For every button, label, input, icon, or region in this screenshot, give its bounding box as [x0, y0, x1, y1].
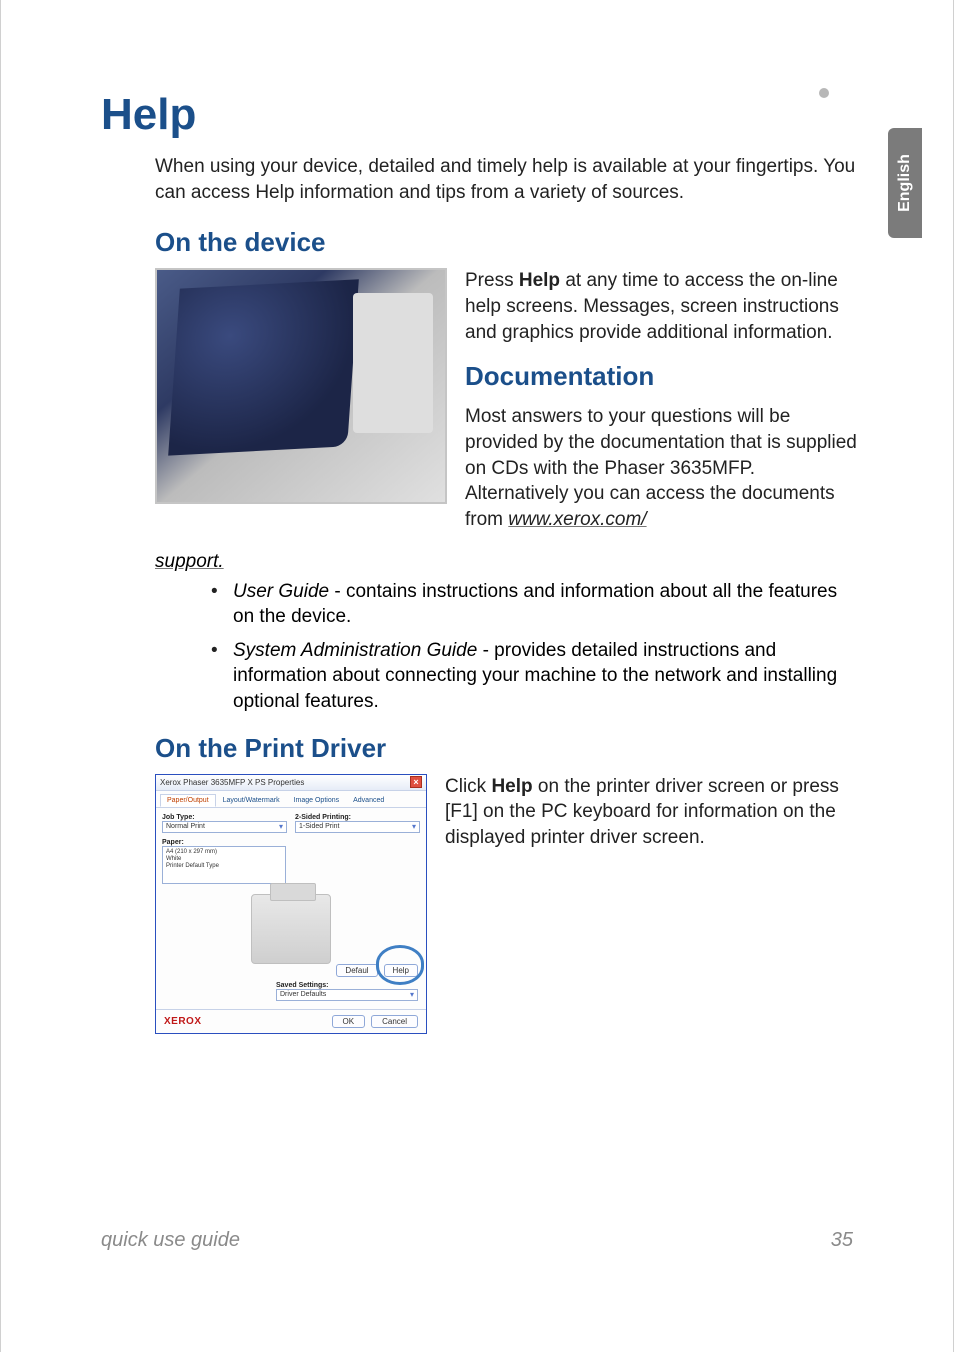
ok-button[interactable]: OK	[332, 1015, 366, 1028]
bullet-sysadmin-guide: System Administration Guide - provides d…	[211, 638, 861, 715]
driver-dialog-screenshot: Xerox Phaser 3635MFP X PS Properties × P…	[155, 774, 427, 1034]
driver-text-pre: Click	[445, 776, 491, 797]
section-on-device: On the device	[155, 227, 861, 258]
driver-dialog-tabs: Paper/Output Layout/Watermark Image Opti…	[156, 791, 426, 808]
tab-paper-output[interactable]: Paper/Output	[160, 794, 216, 807]
footer-left: quick use guide	[101, 1229, 240, 1252]
page-footer: quick use guide 35	[101, 1229, 853, 1252]
two-sided-field: 2-Sided Printing: 1-Sided Print ▾	[295, 814, 420, 833]
footer-page-number: 35	[831, 1229, 853, 1252]
saved-settings-field: Saved Settings: Driver Defaults ▾	[276, 980, 418, 1001]
defaults-button[interactable]: Defaul	[336, 964, 377, 977]
paper-label: Paper:	[162, 839, 286, 846]
job-type-select[interactable]: Normal Print ▾	[162, 821, 287, 833]
chevron-down-icon: ▾	[410, 990, 414, 999]
driver-paragraph: Click Help on the printer driver screen …	[445, 774, 861, 851]
tab-layout-watermark[interactable]: Layout/Watermark	[216, 794, 287, 807]
driver-text-bold: Help	[491, 776, 532, 797]
device-text-pre: Press	[465, 270, 519, 291]
tab-advanced[interactable]: Advanced	[346, 794, 391, 807]
documentation-link-tail[interactable]: support.	[155, 551, 861, 573]
bullet-user-guide-em: User Guide	[233, 581, 329, 602]
driver-mid-buttons: Defaul Help	[336, 964, 418, 977]
driver-dialog-body: Job Type: Normal Print ▾ 2-Sided Printin…	[156, 808, 426, 970]
driver-dialog-footer: XEROX OK Cancel	[156, 1009, 426, 1033]
close-icon[interactable]: ×	[410, 776, 422, 788]
language-tab-label: English	[896, 154, 914, 212]
bullet-user-guide: User Guide - contains instructions and i…	[211, 579, 861, 630]
device-row: Press Help at any time to access the on-…	[155, 268, 861, 546]
page-content: Help When using your device, detailed an…	[101, 90, 861, 1034]
driver-row: Xerox Phaser 3635MFP X PS Properties × P…	[155, 774, 861, 1034]
job-type-field: Job Type: Normal Print ▾	[162, 814, 287, 833]
cancel-button[interactable]: Cancel	[371, 1015, 418, 1028]
device-text-bold: Help	[519, 270, 560, 291]
job-type-label: Job Type:	[162, 814, 287, 821]
section-documentation: Documentation	[465, 359, 861, 394]
printer-illustration-icon	[251, 894, 331, 964]
two-sided-select[interactable]: 1-Sided Print ▾	[295, 821, 420, 833]
crop-mark-dot	[819, 88, 829, 98]
driver-right-column: Click Help on the printer driver screen …	[445, 774, 861, 1034]
driver-dialog-titlebar: Xerox Phaser 3635MFP X PS Properties ×	[156, 775, 426, 791]
language-tab[interactable]: English	[888, 128, 922, 238]
tab-image-options[interactable]: Image Options	[287, 794, 347, 807]
bullet-sysadmin-em: System Administration Guide	[233, 640, 477, 661]
chevron-down-icon: ▾	[279, 822, 283, 831]
help-button[interactable]: Help	[384, 964, 418, 977]
device-paragraph: Press Help at any time to access the on-…	[465, 268, 861, 345]
saved-settings-select[interactable]: Driver Defaults ▾	[276, 989, 418, 1001]
driver-dialog-title: Xerox Phaser 3635MFP X PS Properties	[160, 778, 304, 787]
saved-settings-value: Driver Defaults	[280, 991, 326, 998]
xerox-brand: XEROX	[164, 1016, 202, 1027]
paper-field: Paper: A4 (210 x 297 mm) White Printer D…	[162, 839, 286, 884]
job-type-value: Normal Print	[166, 823, 205, 830]
intro-paragraph: When using your device, detailed and tim…	[155, 154, 861, 205]
documentation-bullets: User Guide - contains instructions and i…	[211, 579, 861, 715]
two-sided-label: 2-Sided Printing:	[295, 814, 420, 821]
saved-settings-label: Saved Settings:	[276, 982, 329, 989]
documentation-paragraph: Most answers to your questions will be p…	[465, 404, 861, 532]
chevron-down-icon: ▾	[412, 822, 416, 831]
two-sided-value: 1-Sided Print	[299, 823, 339, 830]
section-print-driver: On the Print Driver	[155, 733, 861, 764]
page-title: Help	[101, 90, 861, 140]
device-right-column: Press Help at any time to access the on-…	[465, 268, 861, 546]
documentation-link-head[interactable]: www.xerox.com/	[508, 509, 646, 530]
device-photo	[155, 268, 447, 504]
paper-list[interactable]: A4 (210 x 297 mm) White Printer Default …	[162, 846, 286, 884]
